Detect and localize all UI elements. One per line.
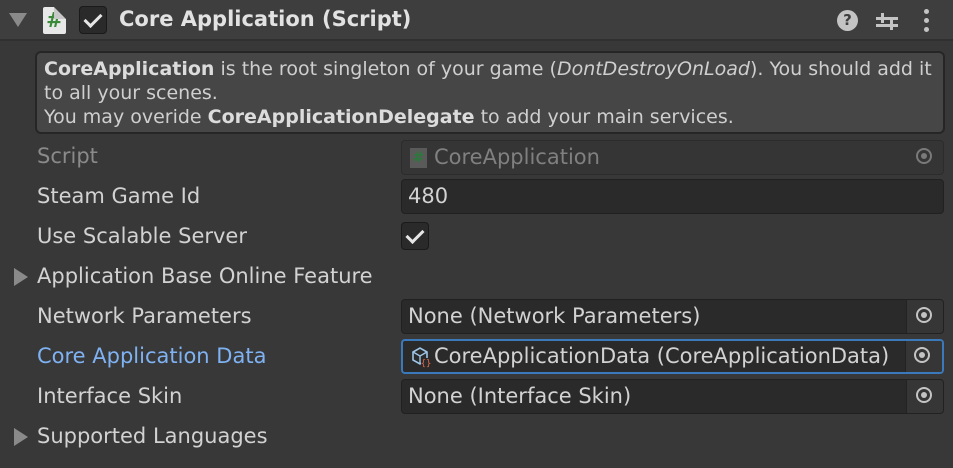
checkmark-icon — [405, 224, 425, 245]
help-bold-delegate: CoreApplicationDelegate — [207, 106, 475, 128]
scriptable-object-icon: {} — [412, 347, 432, 368]
steam-game-id-label: Steam Game Id — [37, 184, 201, 208]
help-text: is the root singleton of your game ( — [214, 58, 557, 80]
foldout-right-icon[interactable] — [14, 268, 28, 286]
help-icon[interactable]: ? — [837, 10, 858, 31]
interface-skin-field[interactable]: None (Interface Skin) — [401, 379, 944, 414]
help-bold-classname: CoreApplication — [44, 58, 215, 80]
object-picker-button[interactable] — [906, 300, 943, 333]
kebab-menu-icon[interactable] — [919, 9, 933, 33]
script-label: Script — [37, 144, 98, 168]
interface-skin-label: Interface Skin — [37, 384, 183, 408]
object-picker-button[interactable] — [906, 380, 943, 413]
csharp-script-icon: # — [410, 148, 427, 168]
network-parameters-value: None (Network Parameters) — [408, 304, 701, 328]
checkmark-icon — [83, 8, 103, 29]
core-application-data-value: CoreApplicationData (CoreApplicationData… — [434, 344, 890, 368]
steam-game-id-input[interactable]: 480 — [401, 179, 944, 214]
csharp-script-icon: # — [43, 7, 66, 34]
script-value: CoreApplication — [434, 145, 600, 169]
component-enabled-checkbox[interactable] — [79, 6, 107, 34]
interface-skin-value: None (Interface Skin) — [408, 384, 632, 408]
core-application-data-label: Core Application Data — [37, 344, 267, 368]
steam-game-id-value: 480 — [408, 184, 449, 208]
target-circle-icon — [916, 307, 932, 323]
help-text: You may overide — [44, 106, 208, 128]
object-picker-button — [907, 141, 943, 174]
object-picker-button[interactable] — [905, 341, 942, 372]
use-scalable-server-checkbox[interactable] — [401, 222, 429, 250]
supported-languages-foldout[interactable]: Supported Languages — [37, 424, 268, 448]
help-italic: DontDestroyOnLoad — [556, 58, 750, 80]
target-circle-icon — [916, 387, 932, 403]
foldout-right-icon[interactable] — [14, 428, 28, 446]
inspector-component: # Core Application (Script) ? CoreApplic… — [0, 0, 953, 468]
component-title: Core Application (Script) — [119, 7, 412, 31]
application-base-online-feature-foldout[interactable]: Application Base Online Feature — [37, 264, 373, 288]
target-circle-icon — [916, 148, 932, 164]
network-parameters-field[interactable]: None (Network Parameters) — [401, 299, 944, 334]
help-text: to add your main services. — [474, 106, 734, 128]
core-application-data-field[interactable]: {} CoreApplicationData (CoreApplicationD… — [401, 339, 944, 374]
presets-sliders-icon[interactable] — [876, 10, 898, 32]
svg-text:{}: {} — [421, 359, 432, 368]
component-header[interactable]: # Core Application (Script) ? — [0, 0, 953, 41]
target-circle-icon — [914, 347, 930, 363]
use-scalable-server-label: Use Scalable Server — [37, 224, 247, 248]
help-box: CoreApplication is the root singleton of… — [35, 51, 945, 134]
script-field: # CoreApplication — [401, 140, 944, 175]
foldout-arrow-icon[interactable] — [9, 13, 27, 27]
network-parameters-label: Network Parameters — [37, 304, 252, 328]
